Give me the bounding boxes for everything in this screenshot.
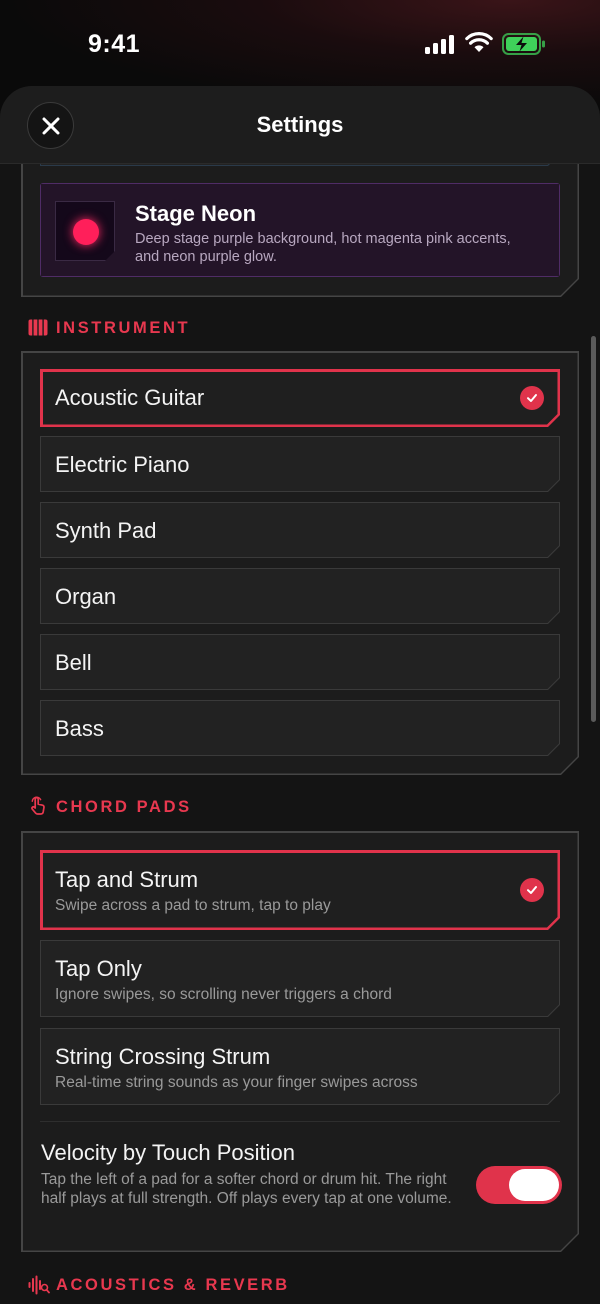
instrument-option-organ[interactable]: Organ — [40, 568, 560, 624]
settings-scroll-content[interactable]: Stage Neon Deep stage purple background,… — [0, 86, 600, 1304]
theme-swatch — [55, 201, 115, 261]
instrument-option-bass[interactable]: Bass — [40, 700, 560, 756]
checkmark-icon — [520, 878, 544, 902]
chord-mode-description: Real-time string sounds as your finger s… — [55, 1074, 418, 1091]
theme-name: Stage Neon — [135, 201, 257, 226]
section-title-chord-pads: CHORD PADS — [56, 798, 192, 816]
chord-mode-label: Tap Only — [55, 956, 142, 981]
battery-charging-icon — [502, 33, 545, 55]
status-bar: 9:41 — [0, 0, 600, 86]
scrollbar[interactable] — [591, 336, 596, 722]
chord-mode-tap-only[interactable]: Tap Only Ignore swipes, so scrolling nev… — [40, 940, 560, 1017]
instrument-option-label: Bass — [55, 716, 104, 741]
divider — [40, 1121, 560, 1122]
velocity-toggle-description: Tap the left of a pad for a softer chord… — [41, 1171, 452, 1207]
waveform-search-icon — [28, 1275, 50, 1295]
instrument-option-electric-piano[interactable]: Electric Piano — [40, 436, 560, 492]
chord-mode-tap-and-strum[interactable]: Tap and Strum Swipe across a pad to stru… — [40, 850, 560, 930]
chord-mode-label: String Crossing Strum — [55, 1044, 271, 1069]
theme-color-dot — [73, 219, 99, 245]
settings-sheet: Stage Neon Deep stage purple background,… — [0, 86, 600, 1304]
theme-description: Deep stage purple background, hot magent… — [135, 231, 511, 265]
tap-gesture-icon — [31, 796, 45, 815]
chord-mode-description: Swipe across a pad to strum, tap to play — [55, 897, 331, 914]
page-title: Settings — [256, 112, 344, 137]
section-title-instrument: INSTRUMENT — [56, 319, 191, 337]
instrument-option-label: Bell — [55, 650, 92, 675]
instrument-option-bell[interactable]: Bell — [40, 634, 560, 690]
status-time: 9:41 — [88, 30, 141, 58]
checkmark-icon — [520, 386, 544, 410]
sheet-header: Settings — [0, 86, 600, 164]
instrument-option-acoustic-guitar[interactable]: Acoustic Guitar — [40, 369, 560, 427]
chord-mode-string-crossing-strum[interactable]: String Crossing Strum Real-time string s… — [40, 1028, 560, 1105]
velocity-by-touch-toggle[interactable] — [476, 1166, 562, 1204]
toggle-knob — [509, 1169, 559, 1201]
cellular-signal-icon — [425, 34, 457, 54]
piano-keys-icon — [28, 319, 48, 336]
theme-option-stage-neon[interactable]: Stage Neon Deep stage purple background,… — [40, 183, 560, 277]
wifi-icon — [465, 32, 493, 52]
chord-mode-label: Tap and Strum — [55, 867, 199, 892]
chord-mode-description: Ignore swipes, so scrolling never trigge… — [55, 986, 392, 1003]
instrument-option-label: Acoustic Guitar — [55, 385, 205, 410]
instrument-option-synth-pad[interactable]: Synth Pad — [40, 502, 560, 558]
instrument-option-label: Organ — [55, 584, 117, 609]
section-title-acoustics-reverb: ACOUSTICS & REVERB — [56, 1276, 290, 1294]
instrument-option-label: Synth Pad — [55, 518, 157, 543]
velocity-toggle-title: Velocity by Touch Position — [41, 1140, 295, 1165]
instrument-option-label: Electric Piano — [55, 452, 190, 477]
